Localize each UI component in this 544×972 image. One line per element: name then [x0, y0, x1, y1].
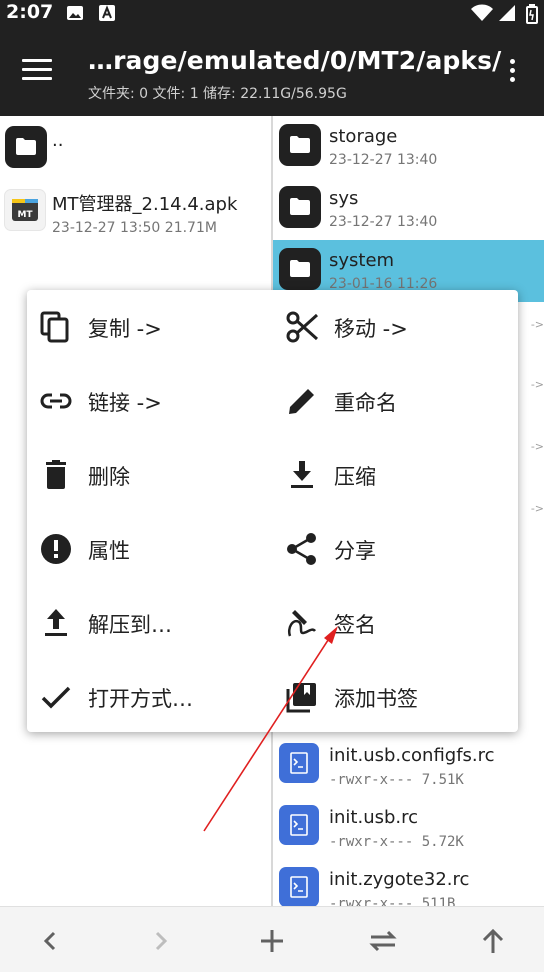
menu-icon[interactable]: [20, 56, 56, 86]
link-arrow-hint: ->: [530, 378, 544, 391]
scissors-icon: [286, 311, 319, 343]
file-name: init.zygote32.rc: [329, 869, 470, 890]
menu-compress[interactable]: 压缩: [273, 438, 518, 512]
menu-move[interactable]: 移动 ->: [273, 290, 518, 364]
file-row-init-usb-configfs[interactable]: init.usb.configfs.rc -rwxr-x--- 7.51K: [273, 736, 544, 798]
menu-label: 属性: [88, 539, 130, 563]
file-name: storage: [329, 126, 398, 147]
back-icon[interactable]: [34, 925, 66, 957]
menu-label: 压缩: [334, 465, 376, 489]
pencil-icon: [289, 389, 314, 414]
menu-label: 复制 ->: [88, 317, 162, 341]
menu-share[interactable]: 分享: [273, 512, 518, 586]
file-row-init-zygote32[interactable]: init.zygote32.rc -rwxr-x--- 511B: [273, 860, 544, 906]
file-name: MT管理器_2.14.4.apk: [52, 194, 238, 215]
script-file-icon: [279, 867, 319, 906]
menu-properties[interactable]: 属性: [27, 512, 272, 586]
menu-label: 添加书签: [334, 687, 418, 711]
bottom-toolbar: [0, 906, 544, 972]
current-path[interactable]: …rage/emulated/0/MT2/apks/: [88, 46, 501, 75]
file-meta: 23-12-27 13:40: [329, 152, 438, 168]
file-row-storage[interactable]: storage 23-12-27 13:40: [273, 116, 544, 178]
up-icon[interactable]: [477, 925, 509, 957]
menu-label: 分享: [334, 539, 376, 563]
menu-label: 解压到…: [88, 613, 172, 637]
apk-icon: MT: [4, 189, 46, 231]
forward-icon[interactable]: [145, 925, 177, 957]
upload-icon: [45, 609, 67, 636]
menu-sign[interactable]: 签名: [273, 586, 518, 660]
status-bar: 2:07: [0, 0, 544, 26]
file-row-init-usb[interactable]: init.usb.rc -rwxr-x--- 5.72K: [273, 798, 544, 860]
signature-icon: [288, 610, 316, 637]
signal-icon: [498, 4, 516, 26]
script-file-icon: [279, 805, 319, 845]
link-icon: [40, 393, 72, 409]
link-arrow-hint: ->: [530, 440, 544, 453]
app-bar: …rage/emulated/0/MT2/apks/ 文件夹: 0 文件: 1 …: [0, 26, 544, 116]
font-notification-icon: [98, 4, 116, 26]
folder-icon: [279, 124, 321, 166]
menu-label: 链接 ->: [88, 391, 162, 415]
file-context-menu: 复制 -> 移动 -> 链接 -> 重命名 删除 压缩 属性 分享 解压到… 签…: [27, 290, 518, 732]
folder-icon: [279, 248, 321, 290]
menu-extract-to[interactable]: 解压到…: [27, 586, 272, 660]
battery-icon: [526, 4, 538, 28]
menu-label: 删除: [88, 465, 130, 489]
image-notification-icon: [66, 4, 84, 26]
add-icon[interactable]: [256, 925, 288, 957]
swap-icon[interactable]: [367, 925, 399, 957]
file-meta: -rwxr-x--- 7.51K: [329, 772, 464, 788]
menu-add-bookmark[interactable]: 添加书签: [273, 660, 518, 734]
copy-icon: [40, 311, 69, 343]
script-file-icon: [279, 743, 319, 783]
check-icon: [41, 686, 71, 709]
more-options-icon[interactable]: [504, 59, 520, 89]
trash-icon: [46, 460, 66, 489]
storage-info: 文件夹: 0 文件: 1 储存: 22.11G/56.95G: [88, 86, 347, 102]
link-arrow-hint: ->: [530, 318, 544, 331]
wifi-icon: [470, 4, 494, 26]
menu-label: 移动 ->: [334, 317, 408, 341]
file-meta: 23-12-27 13:40: [329, 214, 438, 230]
folder-icon: [279, 186, 321, 228]
menu-label: 签名: [334, 613, 376, 637]
menu-open-with[interactable]: 打开方式…: [27, 660, 272, 734]
menu-rename[interactable]: 重命名: [273, 364, 518, 438]
file-name: system: [329, 250, 395, 271]
file-name: sys: [329, 188, 359, 209]
download-icon: [291, 461, 313, 488]
folder-icon: [5, 126, 47, 168]
menu-copy[interactable]: 复制 ->: [27, 290, 272, 364]
menu-label: 打开方式…: [88, 687, 193, 711]
file-meta: -rwxr-x--- 5.72K: [329, 834, 464, 850]
share-icon: [287, 533, 316, 565]
menu-delete[interactable]: 删除: [27, 438, 272, 512]
menu-link[interactable]: 链接 ->: [27, 364, 272, 438]
file-name: init.usb.rc: [329, 807, 419, 828]
file-name: init.usb.configfs.rc: [329, 745, 495, 766]
file-row-apk[interactable]: MT MT管理器_2.14.4.apk 23-12-27 13:50 21.71…: [0, 184, 271, 246]
info-alert-icon: [41, 534, 71, 564]
status-time: 2:07: [6, 1, 54, 23]
file-row-sys[interactable]: sys 23-12-27 13:40: [273, 178, 544, 240]
menu-label: 重命名: [334, 391, 397, 415]
file-row-parent[interactable]: ..: [0, 118, 271, 180]
file-meta: 23-12-27 13:50 21.71M: [52, 220, 217, 236]
bookmark-add-icon: [286, 683, 316, 713]
file-name: ..: [52, 130, 64, 151]
link-arrow-hint: ->: [530, 502, 544, 515]
file-meta: -rwxr-x--- 511B: [329, 896, 456, 906]
svg-text:MT: MT: [17, 210, 33, 220]
